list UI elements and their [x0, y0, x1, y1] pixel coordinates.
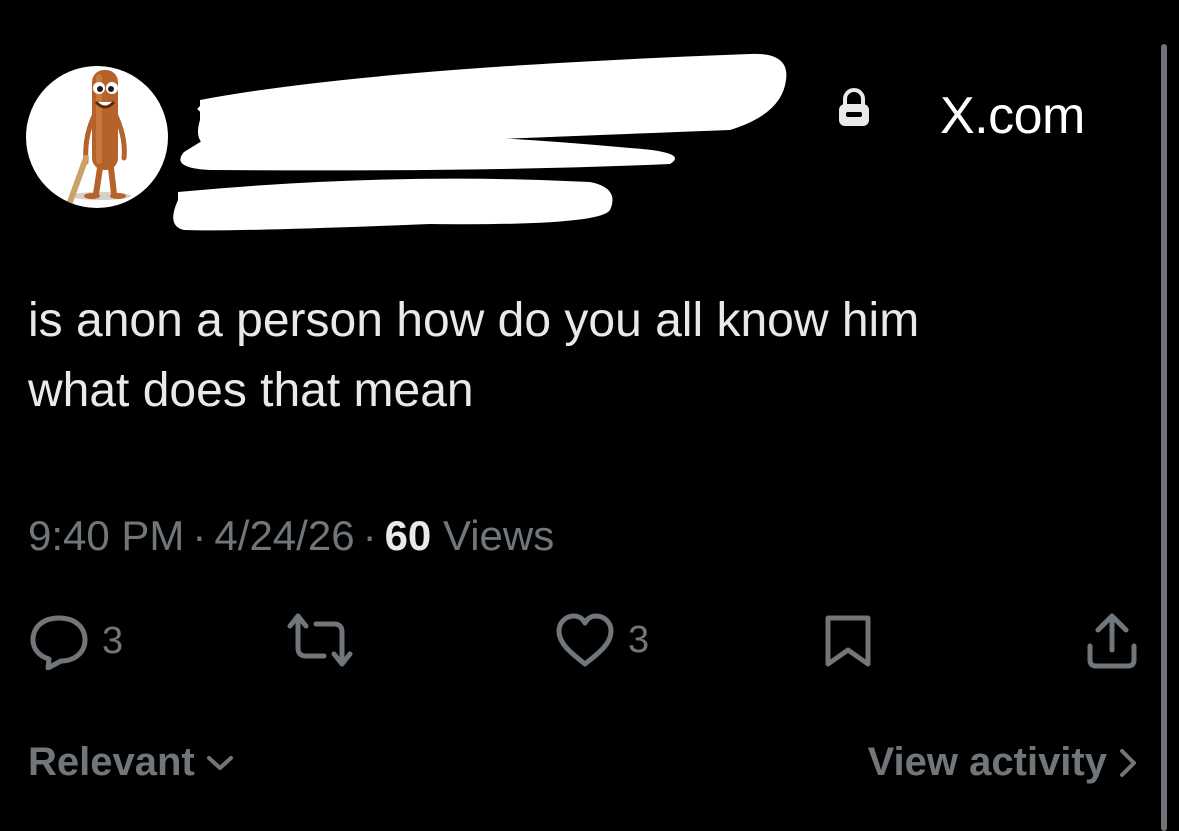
view-activity-link[interactable]: View activity	[868, 740, 1139, 785]
views-count: 60	[384, 512, 432, 559]
share-button[interactable]	[1084, 612, 1140, 670]
chevron-down-icon	[206, 755, 233, 770]
heart-icon	[556, 613, 614, 667]
separator: ·	[362, 512, 377, 559]
tweet-time[interactable]: 9:40 PM	[28, 512, 184, 559]
avatar[interactable]	[26, 66, 168, 208]
tweet-date[interactable]: 4/24/26	[214, 512, 354, 559]
lock-icon	[836, 88, 872, 128]
sort-dropdown[interactable]: Relevant	[28, 740, 235, 785]
site-label: X.com	[940, 87, 1085, 145]
tweet-text: is anon a person how do you all know him…	[28, 286, 1088, 426]
reply-count: 3	[102, 619, 124, 662]
like-button[interactable]: 3	[554, 612, 649, 668]
view-activity-label: View activity	[867, 740, 1107, 784]
bookmark-button[interactable]	[822, 612, 874, 670]
redacted-username	[170, 40, 830, 240]
reply-button[interactable]: 3	[28, 612, 123, 670]
scrollbar[interactable]	[1161, 44, 1167, 831]
tweet-meta: 9:40 PM · 4/24/26 · 60 Views	[28, 512, 554, 560]
sort-label: Relevant	[28, 740, 195, 784]
repost-icon	[287, 613, 353, 667]
chevron-right-icon	[1120, 748, 1136, 777]
share-icon	[1087, 613, 1137, 669]
views-label: Views	[442, 512, 555, 559]
like-count: 3	[628, 618, 650, 661]
tweet-text-line: what does that mean	[28, 364, 474, 417]
tweet-text-line: is anon a person how do you all know him	[28, 294, 920, 347]
separator: ·	[192, 512, 207, 559]
repost-button[interactable]	[286, 612, 354, 668]
bookmark-icon	[825, 615, 871, 667]
avatar-figure-icon	[67, 70, 131, 205]
reply-icon	[30, 615, 88, 670]
